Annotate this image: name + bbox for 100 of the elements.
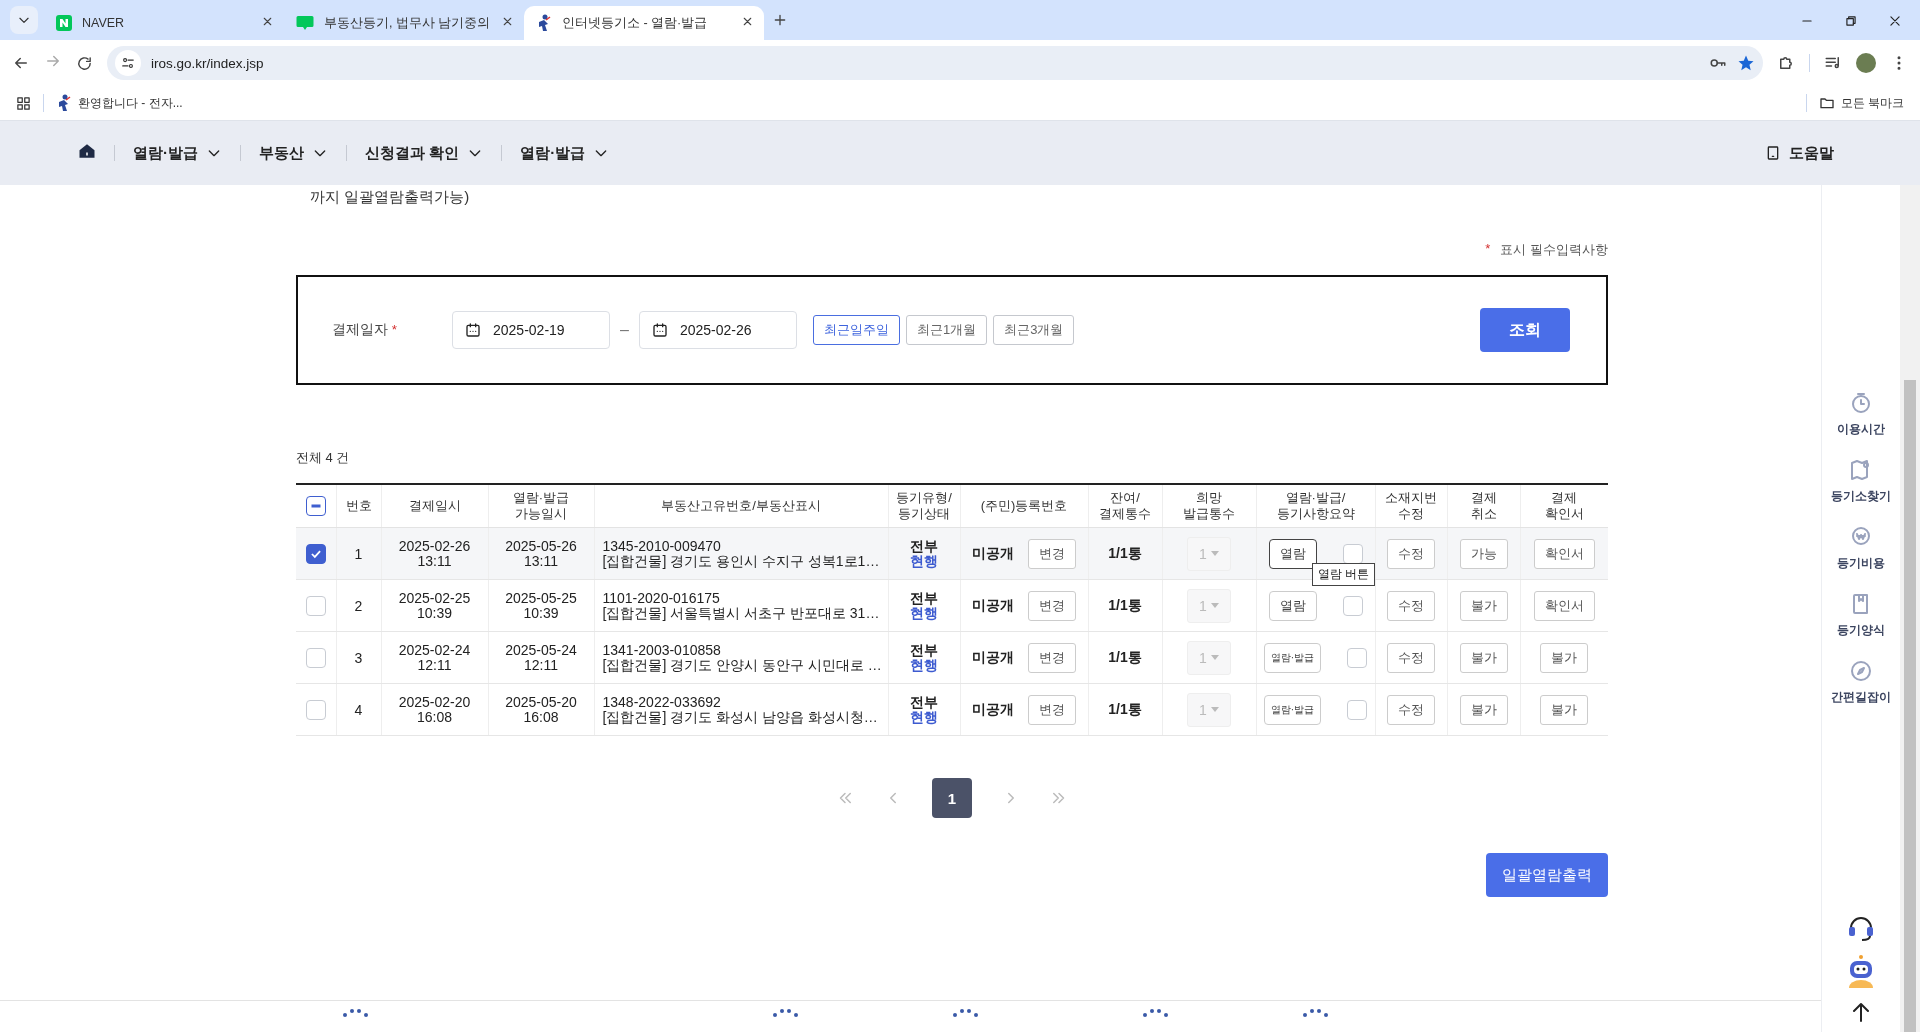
registry-status: 현행 [909,553,939,569]
receipt-button[interactable]: 확인서 [1533,538,1595,569]
bookmark-star-icon[interactable] [1737,54,1755,72]
tab-search-button[interactable] [10,6,38,34]
stopwatch-icon [1849,391,1873,415]
edit-button[interactable]: 수정 [1387,590,1435,621]
apps-grid-icon[interactable] [16,95,31,111]
seal-logo-icon [950,1007,980,1017]
batch-print-button[interactable]: 일괄열람출력 [1486,853,1608,897]
summary-checkbox[interactable] [1347,699,1368,720]
issue-button[interactable]: 열람·발급 [1263,694,1322,725]
bookmark-item[interactable]: 환영합니다 - 전자... [56,94,183,112]
close-icon[interactable] [741,15,754,28]
nav-menu-item[interactable]: 열람·발급 [115,143,240,163]
figure-logo-icon [536,14,552,32]
period-button[interactable]: 최근1개월 [905,315,988,345]
speech-bubble-icon [296,15,314,31]
registry-type: 전부 [909,694,939,710]
caret-down-icon [1210,602,1219,609]
reload-icon[interactable] [76,54,93,72]
table-cell-text: 2025-02-26 13:11 [397,538,472,569]
table-cell-text: 2025-05-24 12:11 [504,642,578,673]
column-header: (주민)등록번호 [960,484,1088,528]
side-menu-item[interactable]: 간편길잡이 [1831,659,1891,706]
period-button[interactable]: 최근일주일 [812,315,900,345]
bookmarks-folder[interactable]: 모든 북마크 [1818,94,1904,112]
close-icon[interactable] [501,15,514,28]
issue-button[interactable]: 열람·발급 [1263,642,1322,673]
browser-tab[interactable]: 인터넷등기소 - 열람·발급 [524,6,764,40]
row-checkbox[interactable] [305,543,326,564]
receipt-button[interactable]: 불가 [1540,694,1589,725]
edit-button[interactable]: 수정 [1387,642,1435,673]
table-cell-text: 2025-05-20 16:08 [504,694,578,725]
edit-button[interactable]: 수정 [1387,694,1435,725]
change-button[interactable]: 변경 [1028,538,1076,569]
side-menu-item[interactable]: 등기비용 [1837,525,1885,572]
select-all-checkbox[interactable] [305,496,326,516]
scrollbar[interactable] [1900,185,1920,1032]
table-cell: 미공개 [972,544,1014,563]
view-button[interactable]: 열람 [1268,538,1317,569]
browser-tab[interactable]: 부동산등기, 법무사 남기중의 [284,6,524,40]
close-icon[interactable] [1888,14,1902,28]
registry-status: 현행 [909,657,939,673]
column-header: 등기유형/ 등기상태 [888,484,960,528]
side-menu-item[interactable]: 등기소찾기 [1831,458,1891,505]
profile-avatar[interactable] [1856,53,1876,73]
document-icon [1765,145,1781,161]
required-mark: * [1485,241,1491,258]
table-cell: 미공개 [972,596,1014,615]
change-button[interactable]: 변경 [1028,694,1076,725]
folder-icon [1818,95,1835,111]
sliders-icon [121,56,135,70]
receipt-button[interactable]: 불가 [1540,642,1589,673]
property-address: [집합건물] 경기도 화성시 남양읍 화성시청… [602,709,879,725]
summary-checkbox[interactable] [1342,595,1363,616]
property-address: [집합건물] 경기도 용인시 수지구 성복1로1… [602,553,881,569]
caret-down-icon [1210,706,1219,713]
receipt-button[interactable]: 확인서 [1533,590,1595,621]
side-menu-item[interactable]: 이용시간 [1837,391,1885,438]
property-number: 1341-2003-010858 [602,642,722,658]
required-mark: * [391,322,398,337]
summary-checkbox[interactable] [1342,543,1363,564]
puzzle-icon[interactable] [1777,54,1795,72]
period-button[interactable]: 최근3개월 [993,315,1075,345]
table-cell: 1/1통 [1088,631,1162,684]
column-header: 결제 확인서 [1520,484,1608,528]
nav-menu-item[interactable]: 부동산 [241,143,346,163]
nav-menu-item[interactable]: 열람·발급 [502,143,628,163]
seal-logo-icon [1140,1007,1170,1017]
date-field[interactable]: 2025-02-19 [452,311,610,349]
restore-icon[interactable] [1844,14,1858,28]
range-separator: – [620,321,629,339]
summary-checkbox[interactable] [1347,647,1368,668]
property-number: 1101-2020-016175 [602,590,721,606]
registry-type: 전부 [909,538,939,554]
notice-text: 까지 일괄열람출력가능) [310,188,471,207]
cancel-button[interactable]: 가능 [1459,538,1508,569]
side-menu-item[interactable]: 등기양식 [1837,592,1885,639]
plus-icon[interactable] [772,12,788,28]
view-button[interactable]: 열람 [1268,590,1317,621]
browser-tab[interactable]: NAVER [44,6,284,40]
close-icon[interactable] [261,15,274,28]
search-button[interactable]: 조회 [1480,308,1570,352]
registry-status: 현행 [909,605,939,621]
help-button[interactable]: 도움말 [1759,142,1840,164]
table-cell: 미공개 [972,700,1014,719]
seal-logo-icon [340,1007,370,1017]
home-icon[interactable] [78,142,96,160]
registry-type: 전부 [909,590,939,606]
change-button[interactable]: 변경 [1028,590,1076,621]
date-field[interactable]: 2025-02-26 [638,311,797,349]
site-settings-button[interactable] [115,50,141,76]
cancel-button[interactable]: 불가 [1459,694,1508,725]
change-button[interactable]: 변경 [1028,642,1076,673]
nav-menu-item[interactable]: 신청결과 확인 [347,143,502,163]
cancel-button[interactable]: 불가 [1459,642,1508,673]
edit-button[interactable]: 수정 [1387,538,1435,569]
page-button[interactable]: 1 [932,778,972,818]
cancel-button[interactable]: 불가 [1459,590,1508,621]
figure-logo-icon [56,94,72,112]
